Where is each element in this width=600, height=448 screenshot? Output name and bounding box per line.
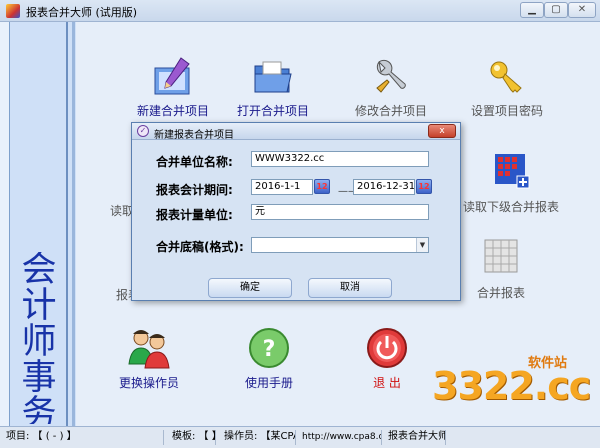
app-icon <box>6 4 20 18</box>
chevron-down-icon[interactable]: ▼ <box>416 238 428 252</box>
read-subordinate-label: 读取下级合并报表 <box>462 200 559 214</box>
exit-label: 退 出 <box>373 376 401 390</box>
status-operator: 操作员: 【某CPA】 <box>222 430 296 445</box>
maximize-button[interactable]: ▢ <box>544 2 568 18</box>
unit-name-label: 合并单位名称: <box>156 155 233 169</box>
title-bar: 报表合并大师 (试用版) ▁ ▢ ✕ <box>0 0 600 22</box>
manual-label: 使用手册 <box>244 376 293 390</box>
new-project-label: 新建合并项目 <box>136 104 209 118</box>
change-operator-label: 更换操作员 <box>118 376 179 390</box>
calendar-icon: 12 <box>418 182 430 191</box>
status-project: 项目: 【 ( - ) 】 <box>4 430 164 445</box>
ok-button[interactable]: 确定 <box>208 278 292 298</box>
dialog-icon: ✓ <box>137 125 149 137</box>
key-icon <box>485 54 529 98</box>
sidebar-divider <box>66 22 68 426</box>
side-caption: 会计师事务所 <box>21 252 57 424</box>
merge-report-tile[interactable]: 合并报表 <box>446 236 556 301</box>
status-bar: 项目: 【 ( - ) 】 模板: 【 】 操作员: 【某CPA】 http:/… <box>0 426 600 448</box>
open-folder-icon <box>251 54 295 98</box>
window-title: 报表合并大师 (试用版) <box>26 6 138 19</box>
change-operator-tile[interactable]: 更换操作员 <box>94 326 204 391</box>
open-project-tile[interactable]: 打开合并项目 <box>218 54 328 119</box>
measure-unit-field[interactable]: 元 <box>251 204 429 220</box>
edit-project-tile[interactable]: 修改合并项目 <box>336 54 446 119</box>
manual-tile[interactable]: ? 使用手册 <box>214 326 324 391</box>
sidebar-divider <box>72 22 75 426</box>
watermark-big-text: 3322.cc <box>432 364 591 408</box>
dialog-title: 新建报表合并项目 <box>154 130 234 141</box>
spreadsheet-icon <box>489 150 533 194</box>
set-password-label: 设置项目密码 <box>470 104 543 118</box>
minimize-button[interactable]: ▁ <box>520 2 544 18</box>
status-template: 模板: 【 】 <box>170 430 216 445</box>
watermark-logo: 软件站 3322.cc <box>432 352 591 408</box>
template-label: 合并底稿(格式): <box>156 240 244 254</box>
sidebar-stripe <box>0 22 10 426</box>
set-password-tile[interactable]: 设置项目密码 <box>452 54 562 119</box>
period-end-calendar-button[interactable]: 12 <box>416 179 432 194</box>
power-icon <box>365 326 409 370</box>
cancel-button[interactable]: 取消 <box>308 278 392 298</box>
users-icon <box>127 326 171 370</box>
status-website: http://www.cpa8.com <box>300 430 382 445</box>
edit-project-label: 修改合并项目 <box>354 104 427 118</box>
merge-report-icon <box>479 236 523 280</box>
new-project-tile[interactable]: 新建合并项目 <box>118 54 228 119</box>
wrench-icon <box>369 54 413 98</box>
help-icon: ? <box>247 326 291 370</box>
template-select[interactable]: ▼ <box>251 237 429 253</box>
dialog-close-button[interactable]: x <box>428 124 456 138</box>
new-project-dialog: ✓ 新建报表合并项目 x 合并单位名称: WWW3322.cc 报表会计期间: … <box>131 122 461 301</box>
period-end-field[interactable]: 2016-12-31 <box>353 179 415 195</box>
read-subordinate-tile[interactable]: 读取下级合并报表 <box>456 150 566 215</box>
period-start-calendar-button[interactable]: 12 <box>314 179 330 194</box>
unit-name-field[interactable]: WWW3322.cc <box>251 151 429 167</box>
calendar-icon: 12 <box>316 182 328 191</box>
svg-text:?: ? <box>263 337 276 362</box>
period-start-field[interactable]: 2016-1-1 <box>251 179 313 195</box>
exit-tile[interactable]: 退 出 <box>332 326 442 391</box>
dialog-title-bar: ✓ 新建报表合并项目 x <box>132 123 460 141</box>
open-project-label: 打开合并项目 <box>236 104 309 118</box>
status-app-name: 报表合并大师 <box>386 430 446 445</box>
period-label: 报表会计期间: <box>156 183 233 197</box>
new-project-icon <box>151 54 195 98</box>
close-window-button[interactable]: ✕ <box>568 2 596 18</box>
measure-unit-label: 报表计量单位: <box>156 208 233 222</box>
merge-report-label: 合并报表 <box>476 286 525 300</box>
